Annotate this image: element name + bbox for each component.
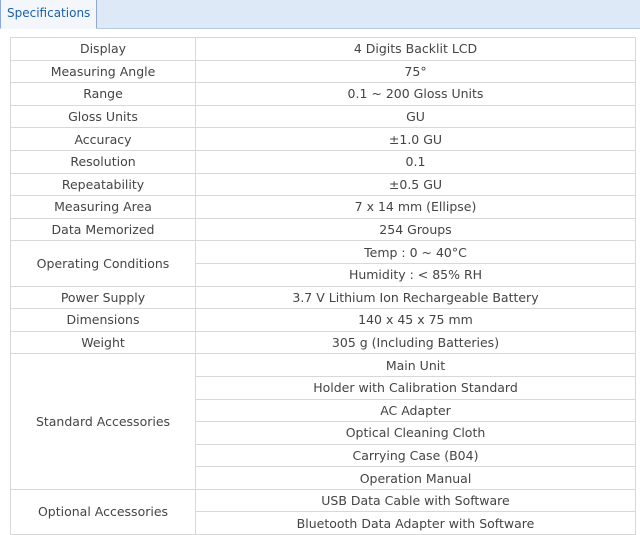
tab-bar: Specifications [0,0,640,29]
table-row: Repeatability ±0.5 GU [10,172,636,197]
spec-label: Repeatability [10,172,196,197]
tab-specifications[interactable]: Specifications [0,0,98,29]
spec-value: Operation Manual [195,466,636,490]
spec-label: Standard Accessories [10,353,196,490]
spec-label: Resolution [10,149,196,174]
table-row: Measuring Angle 75° [10,59,636,84]
table-row: Dimensions 140 x 45 x 75 mm [10,308,636,332]
table-row: Optional Accessories USB Data Cable with … [10,488,636,535]
spec-label: Data Memorized [10,217,196,242]
spec-value: Bluetooth Data Adapter with Software [195,511,636,535]
spec-value: Holder with Calibration Standard [195,375,636,400]
spec-value: GU [195,104,636,129]
spec-value: 75° [195,59,636,84]
spec-value: 305 g (Including Batteries) [195,330,636,355]
table-row: Resolution 0.1 [10,149,636,174]
spec-value: 3.7 V Lithium Ion Rechargeable Battery [195,285,636,310]
specifications-table-body: Display 4 Digits Backlit LCD Measuring Ang… [10,37,636,535]
table-row: Power Supply 3.7 V Lithium Ion Rechargeab… [10,285,636,310]
spec-value: Humidity : < 85% RH [195,262,636,287]
spec-label: Gloss Units [10,104,196,129]
spec-value: Temp : 0 ~ 40°C [195,240,636,264]
specifications-table: Display 4 Digits Backlit LCD Measuring Ang… [10,37,636,535]
spec-value: Optical Cleaning Cloth [195,421,636,445]
spec-value: AC Adapter [195,398,636,423]
spec-value: Main Unit [195,353,636,377]
spec-value: 0.1 [195,149,636,174]
spec-label: Measuring Area [10,195,196,219]
spec-label: Weight [10,330,196,355]
table-row: Range 0.1 ~ 200 Gloss Units [10,82,636,106]
spec-value: Carrying Case (B04) [195,443,636,468]
spec-label: Measuring Angle [10,59,196,84]
spec-value: 140 x 45 x 75 mm [195,308,636,332]
spec-value: USB Data Cable with Software [195,488,636,513]
spec-value: 0.1 ~ 200 Gloss Units [195,82,636,106]
spec-label: Operating Conditions [10,240,196,287]
spec-label: Accuracy [10,127,196,151]
spec-label: Range [10,82,196,106]
spec-value: 4 Digits Backlit LCD [195,37,636,61]
table-row: Standard Accessories Main Unit [10,353,636,490]
spec-label: Dimensions [10,308,196,332]
spec-value: 254 Groups [195,217,636,242]
spec-label: Optional Accessories [10,488,196,535]
table-row: Measuring Area 7 x 14 mm (Ellipse) [10,195,636,219]
table-row: Weight 305 g (Including Batteries) [10,330,636,355]
table-row: Data Memorized 254 Groups [10,217,636,242]
spec-label: Power Supply [10,285,196,310]
table-row: Display 4 Digits Backlit LCD [10,37,636,61]
spec-value: 7 x 14 mm (Ellipse) [195,195,636,219]
spec-label: Display [10,37,196,61]
table-row: Accuracy ±1.0 GU [10,127,636,151]
spec-value: ±1.0 GU [195,127,636,151]
spec-value: ±0.5 GU [195,172,636,197]
table-row: Operating Conditions Temp : 0 ~ 40°C [10,240,636,287]
table-row: Gloss Units GU [10,104,636,129]
